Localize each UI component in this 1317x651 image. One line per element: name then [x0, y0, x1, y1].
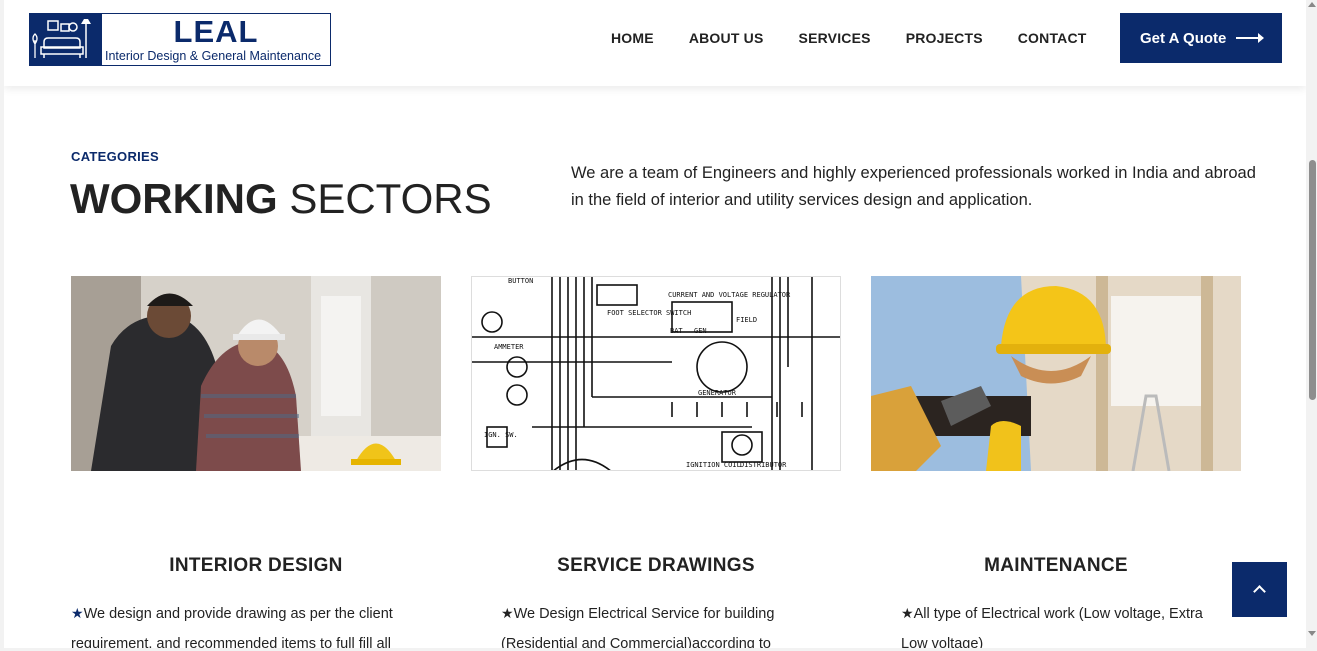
diagram-label-generator: GENERATOR — [698, 389, 737, 397]
card-text-body: We design and provide drawing as per the… — [71, 606, 393, 648]
card-title-maintenance: MAINTENANCE — [984, 555, 1128, 576]
page-scrollbar[interactable] — [1307, 0, 1317, 651]
section-eyebrow: CATEGORIES — [71, 149, 159, 164]
star-icon: ★ — [501, 605, 514, 621]
diagram-label-ignition: IGNITION COIL — [686, 461, 741, 469]
section-intro: We are a team of Engineers and highly ex… — [571, 164, 1256, 209]
heading-bold: WORKING — [70, 175, 278, 222]
diagram-label-button: BUTTON — [508, 277, 533, 285]
nav-home[interactable]: HOME — [611, 30, 654, 46]
star-icon: ★ — [901, 605, 914, 621]
service-drawings-image: BUTTON AMMETER FOOT SELECTOR SWITCH CURR… — [471, 276, 841, 471]
page: LEAL Interior Design & General Maintenan… — [4, 0, 1306, 648]
logo-subtitle: Interior Design & General Maintenance — [105, 49, 322, 63]
star-icon: ★ — [71, 605, 84, 621]
diagram-label-ign-sw: IGN. SW. — [484, 431, 518, 439]
nav-contact[interactable]: CONTACT — [1018, 30, 1087, 46]
diagram-label-ammeter: AMMETER — [494, 343, 524, 351]
card-text-body: We Design Electrical Service for buildin… — [501, 606, 775, 648]
get-a-quote-label: Get A Quote — [1140, 29, 1227, 47]
diagram-label-gen: GEN — [694, 327, 707, 335]
nav-about-us[interactable]: ABOUT US — [689, 30, 764, 46]
main-nav: HOME ABOUT US SERVICES PROJECTS CONTACT — [611, 30, 1122, 46]
scroll-down-arrow-icon[interactable] — [1308, 631, 1316, 636]
logo-text: LEAL Interior Design & General Maintenan… — [102, 14, 330, 65]
heading-light: SECTORS — [289, 175, 492, 222]
section-heading: WORKING SECTORS — [70, 176, 492, 222]
logo[interactable]: LEAL Interior Design & General Maintenan… — [29, 13, 331, 66]
back-to-top-button[interactable] — [1232, 562, 1287, 617]
arrow-right-icon — [1236, 33, 1265, 43]
scroll-up-arrow-icon[interactable] — [1308, 2, 1316, 7]
site-header: LEAL Interior Design & General Maintenan… — [4, 0, 1306, 86]
diagram-label-regulator: CURRENT AND VOLTAGE REGULATOR — [668, 291, 791, 299]
nav-projects[interactable]: PROJECTS — [906, 30, 983, 46]
diagram-label-distributor: DISTRIBUTOR — [740, 461, 787, 469]
diagram-label-field: FIELD — [736, 316, 757, 324]
card-text-service-drawings: ★We Design Electrical Service for buildi… — [501, 598, 821, 648]
chevron-up-icon — [1253, 585, 1266, 598]
card-text-interior-design: ★We design and provide drawing as per th… — [71, 598, 441, 648]
nav-services[interactable]: SERVICES — [799, 30, 871, 46]
diagram-label-bat: BAT — [670, 327, 683, 335]
diagram-label-foot-selector: FOOT SELECTOR SWITCH — [607, 309, 691, 317]
logo-furniture-icon — [30, 14, 102, 65]
card-text-body: All type of Electrical work (Low voltage… — [901, 606, 1203, 648]
logo-title: LEAL — [173, 14, 259, 49]
card-title-interior-design: INTERIOR DESIGN — [169, 555, 343, 576]
interior-design-image — [71, 276, 441, 471]
scrollbar-thumb[interactable] — [1309, 160, 1316, 400]
card-title-service-drawings: SERVICE DRAWINGS — [557, 555, 755, 576]
get-a-quote-button[interactable]: Get A Quote — [1120, 13, 1282, 63]
card-text-maintenance: ★All type of Electrical work (Low voltag… — [901, 598, 1211, 648]
maintenance-image — [871, 276, 1241, 471]
